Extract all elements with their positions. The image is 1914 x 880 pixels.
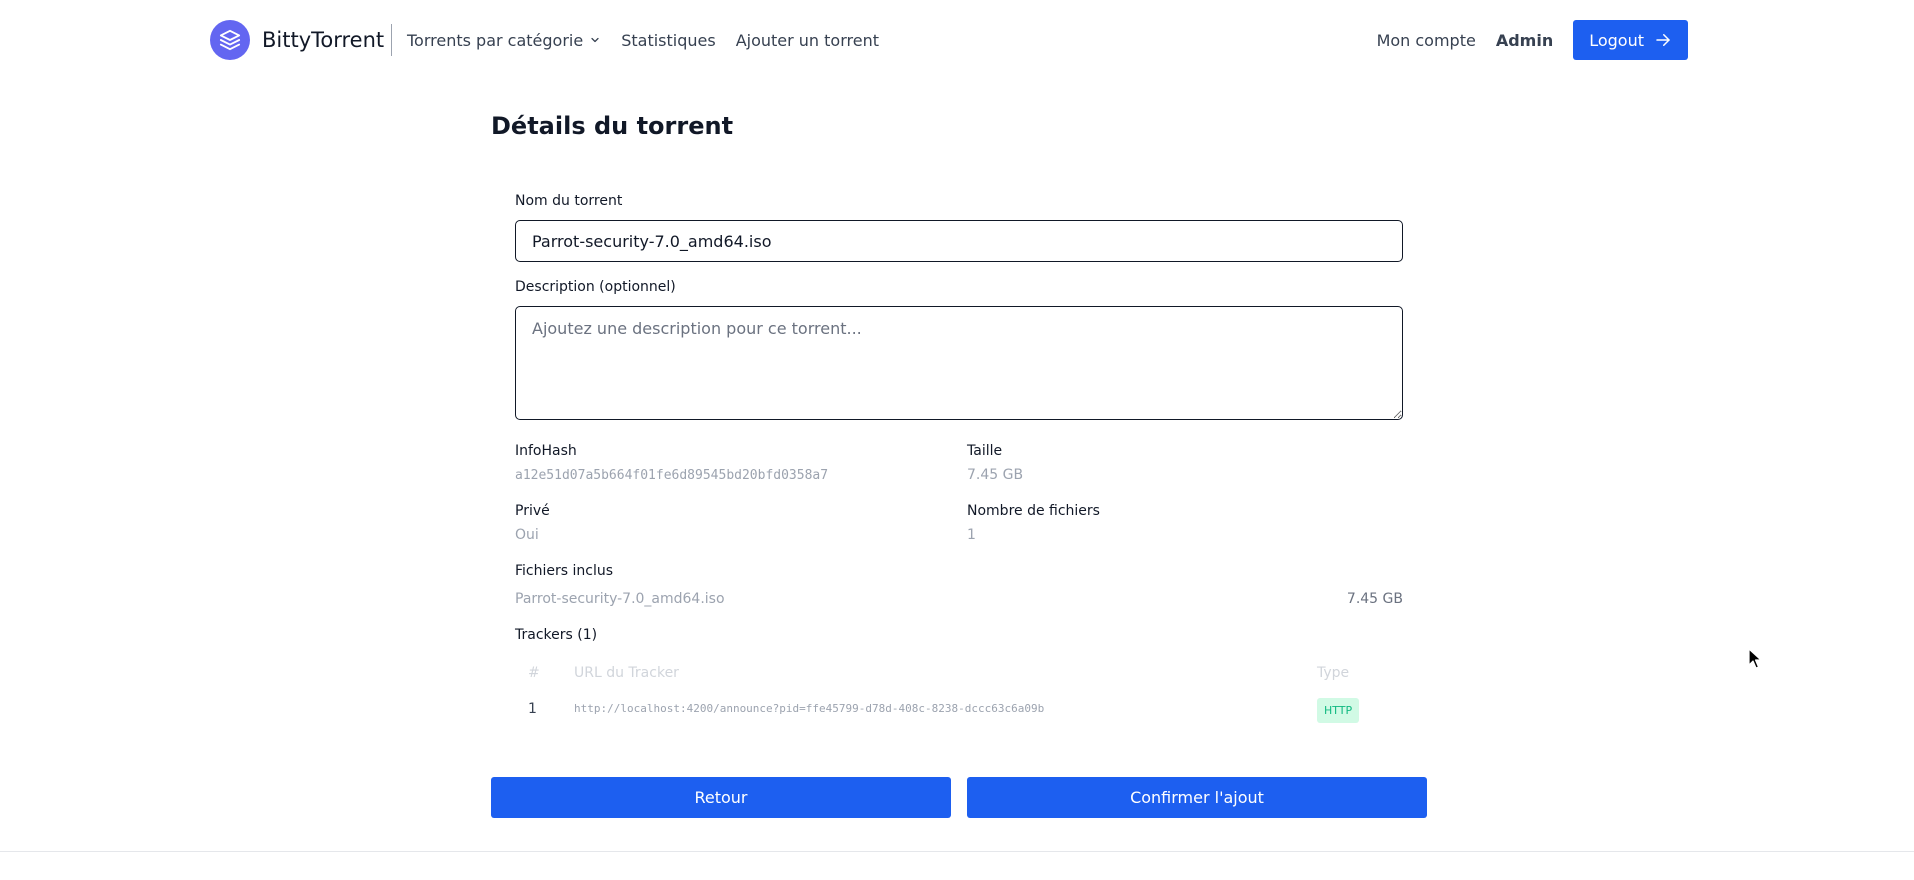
tracker-row-url: http://localhost:4200/announce?pid=ffe45… xyxy=(574,702,1045,715)
description-label: Description (optionnel) xyxy=(515,279,676,295)
trackers-col-type: Type xyxy=(1317,665,1350,681)
footer-divider xyxy=(0,851,1914,852)
trackers-col-url: URL du Tracker xyxy=(574,665,679,681)
confirm-add-button[interactable]: Confirmer l'ajout xyxy=(967,777,1427,818)
nav-link-categories-label: Torrents par catégorie xyxy=(407,30,584,50)
nav-right: Mon compte Admin Logout xyxy=(1377,20,1688,60)
file-count-label: Nombre de fichiers xyxy=(967,503,1100,519)
file-count-value: 1 xyxy=(967,527,976,543)
back-button[interactable]: Retour xyxy=(491,777,951,818)
chevron-down-icon xyxy=(589,34,601,46)
page-title: Détails du torrent xyxy=(491,112,734,140)
files-label: Fichiers inclus xyxy=(515,563,614,579)
file-item-size: 7.45 GB xyxy=(1346,591,1403,607)
infohash-value: a12e51d07a5b664f01fe6d89545bd20bfd0358a7 xyxy=(515,468,829,483)
nav-link-add-torrent[interactable]: Ajouter un torrent xyxy=(736,31,879,50)
file-item-name: Parrot-security-7.0_amd64.iso xyxy=(515,591,725,607)
brand-name: BittyTorrent xyxy=(262,28,385,52)
logout-label: Logout xyxy=(1589,30,1644,50)
infohash-label: InfoHash xyxy=(515,443,577,459)
nav-divider xyxy=(391,24,392,56)
tracker-type-badge: HTTP xyxy=(1317,698,1360,723)
mouse-pointer-icon xyxy=(1748,648,1764,674)
private-value: Oui xyxy=(515,527,539,543)
layers-icon xyxy=(210,20,250,60)
torrent-name-label: Nom du torrent xyxy=(515,193,623,209)
trackers-col-number: # xyxy=(528,665,540,681)
nav-link-account[interactable]: Mon compte xyxy=(1377,31,1476,50)
tracker-row-number: 1 xyxy=(528,701,537,717)
nav-link-admin[interactable]: Admin xyxy=(1496,31,1553,50)
nav-link-statistics[interactable]: Statistiques xyxy=(621,31,715,50)
top-navbar: BittyTorrent Torrents par catégorie Stat… xyxy=(0,0,1914,80)
nav-links: Torrents par catégorie Statistiques Ajou… xyxy=(407,20,899,60)
description-textarea[interactable] xyxy=(515,306,1403,420)
brand-link[interactable]: BittyTorrent xyxy=(210,20,384,60)
arrow-right-icon xyxy=(1654,31,1672,49)
nav-link-categories[interactable]: Torrents par catégorie xyxy=(407,31,601,50)
trackers-label: Trackers (1) xyxy=(515,627,598,643)
private-label: Privé xyxy=(515,503,550,519)
size-value: 7.45 GB xyxy=(967,467,1024,483)
size-label: Taille xyxy=(967,443,1003,459)
logout-button[interactable]: Logout xyxy=(1573,20,1688,60)
torrent-name-input[interactable] xyxy=(515,220,1403,262)
